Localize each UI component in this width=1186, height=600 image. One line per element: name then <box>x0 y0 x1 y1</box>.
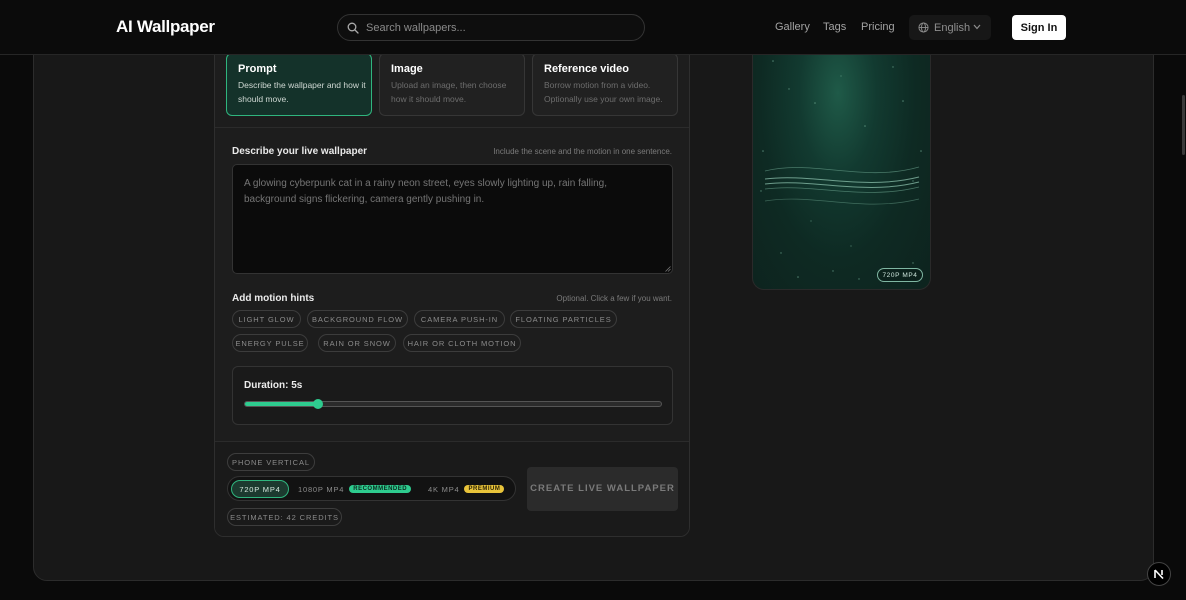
preview-artwork <box>760 60 922 280</box>
recommended-badge: RECOMMENDED <box>349 485 412 493</box>
chip-floating-particles[interactable]: Floating particles <box>510 310 617 328</box>
mode-image[interactable]: Image Upload an image, then choose how i… <box>379 53 525 116</box>
resolution-label: 720P MP4 <box>239 484 281 494</box>
mode-description: Upload an image, then choose how it shou… <box>391 80 507 104</box>
nav-pricing[interactable]: Pricing <box>861 21 895 33</box>
premium-badge: PREMIUM <box>464 485 505 493</box>
chevron-down-icon <box>973 24 981 30</box>
globe-icon <box>918 22 929 33</box>
resolution-label: 4K MP4 <box>428 484 460 494</box>
mode-title: Reference video <box>544 63 629 75</box>
mode-title: Image <box>391 63 423 75</box>
site-logo[interactable]: AI Wallpaper <box>116 17 215 37</box>
chip-rain-or-snow[interactable]: Rain or snow <box>318 334 396 352</box>
duration-label: Duration: 5s <box>244 380 303 391</box>
describe-hint: Include the scene and the motion in one … <box>493 147 672 156</box>
page-scrollbar[interactable] <box>1182 95 1185 155</box>
top-nav: AI Wallpaper Gallery Tags Pricing Englis… <box>0 0 1186 55</box>
search-input[interactable] <box>366 15 636 40</box>
language-label: English <box>934 22 971 34</box>
resolution-selector: 720P MP4 1080P MP4 RECOMMENDED 4K MP4 PR… <box>227 476 516 501</box>
mode-prompt[interactable]: Prompt Describe the wallpaper and how it… <box>226 53 372 116</box>
duration-slider-thumb[interactable] <box>313 399 323 409</box>
chip-light-glow[interactable]: Light glow <box>232 310 301 328</box>
resolution-1080p[interactable]: 1080P MP4 RECOMMENDED <box>298 480 412 498</box>
chip-camera-push-in[interactable]: Camera push-in <box>414 310 505 328</box>
mode-reference-video[interactable]: Reference video Borrow motion from a vid… <box>532 53 678 116</box>
duration-slider[interactable] <box>244 399 662 409</box>
divider <box>215 127 689 128</box>
describe-title: Describe your live wallpaper <box>232 146 368 157</box>
sign-in-button[interactable]: Sign In <box>1012 15 1066 40</box>
resolution-720p[interactable]: 720P MP4 <box>231 480 289 498</box>
orientation-pill[interactable]: Phone vertical <box>227 453 315 471</box>
duration-slider-fill <box>245 402 318 406</box>
nav-gallery[interactable]: Gallery <box>775 21 810 33</box>
chip-background-flow[interactable]: Background flow <box>307 310 408 328</box>
create-form-panel: Prompt Describe the wallpaper and how it… <box>214 30 690 537</box>
prompt-textarea[interactable] <box>232 164 673 274</box>
wallpaper-preview: 720P MP4 <box>752 30 931 290</box>
duration-control: Duration: 5s <box>232 366 673 425</box>
n-logo-icon <box>1154 569 1164 580</box>
language-selector[interactable]: English <box>909 15 991 40</box>
motion-title: Add motion hints <box>232 293 315 304</box>
credits-estimate: Estimated: 42 credits <box>227 508 342 526</box>
search-icon <box>347 22 359 34</box>
next-logo-icon[interactable] <box>1147 562 1171 586</box>
resolution-label: 1080P MP4 <box>298 484 345 494</box>
mode-title: Prompt <box>238 63 277 75</box>
resolution-4k[interactable]: 4K MP4 PREMIUM <box>428 480 505 498</box>
mode-description: Borrow motion from a video. Optionally u… <box>544 80 663 104</box>
create-live-wallpaper-button[interactable]: Create live wallpaper <box>527 467 678 511</box>
mode-description: Describe the wallpaper and how it should… <box>238 80 366 104</box>
search-box[interactable] <box>337 14 645 41</box>
motion-hint: Optional. Click a few if you want. <box>556 294 672 303</box>
resize-handle-icon[interactable] <box>665 266 671 272</box>
chip-energy-pulse[interactable]: Energy pulse <box>232 334 308 352</box>
chip-hair-or-cloth-motion[interactable]: Hair or cloth motion <box>403 334 521 352</box>
nav-tags[interactable]: Tags <box>823 21 846 33</box>
preview-resolution-badge: 720P MP4 <box>877 268 923 282</box>
